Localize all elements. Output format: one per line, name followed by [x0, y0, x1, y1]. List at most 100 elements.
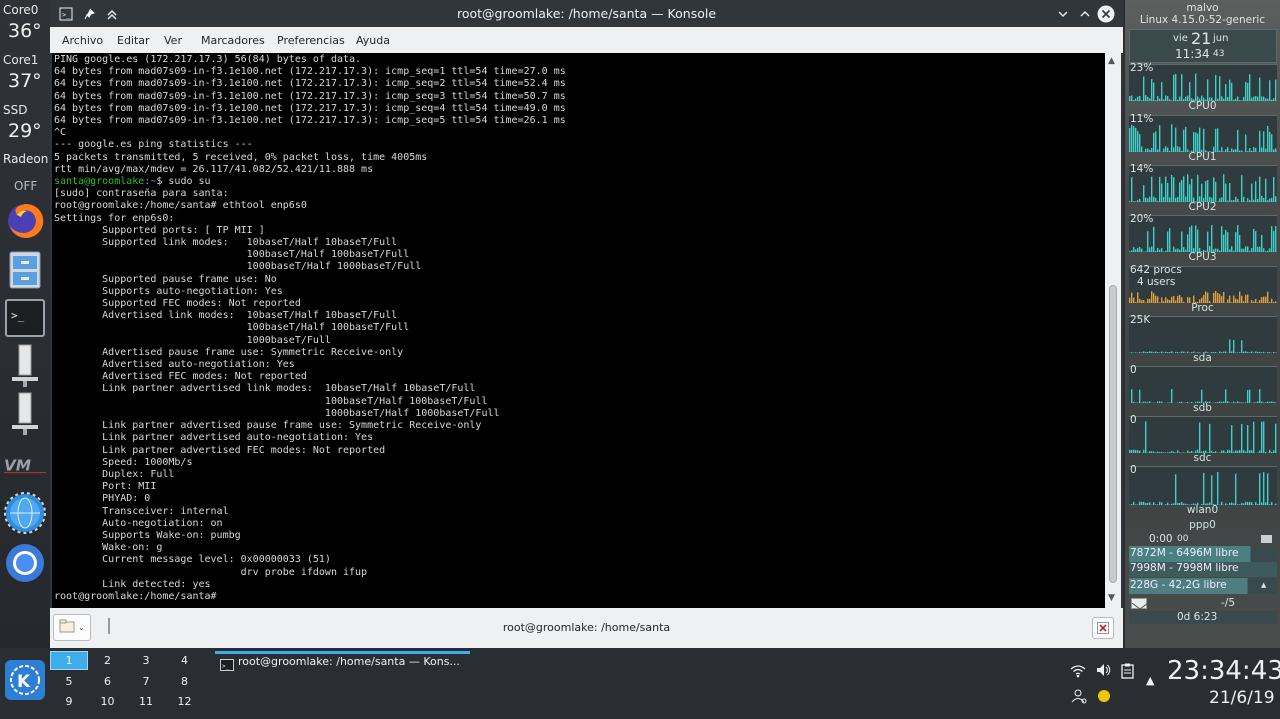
- trace-bar: [1225, 183, 1227, 202]
- trace-bar: [1129, 127, 1131, 152]
- ppp0-time: 0:00: [1149, 533, 1173, 545]
- tray-expand-icon[interactable]: ▲: [1146, 674, 1154, 687]
- vmware-icon[interactable]: VM: [4, 444, 46, 486]
- trace-bar: [1235, 473, 1237, 505]
- clock-date[interactable]: 21/6/19: [1209, 688, 1275, 708]
- terminal-icon[interactable]: >_: [4, 297, 46, 339]
- menu-ver[interactable]: Ver: [164, 34, 182, 47]
- sdb-value: 0: [1130, 364, 1137, 376]
- desktop-9[interactable]: 9: [50, 692, 88, 711]
- scroll-up-icon[interactable]: ▲: [1108, 56, 1115, 66]
- mail-icon[interactable]: [1131, 598, 1149, 610]
- trace-bar: [1195, 225, 1197, 252]
- network-icon[interactable]: [1070, 663, 1086, 682]
- terminal-line: 1000baseT/Half 1000baseT/Full: [54, 261, 422, 273]
- menu-ayuda[interactable]: Ayuda: [356, 34, 390, 47]
- night-color-icon[interactable]: [1097, 688, 1111, 707]
- terminal-line: Duplex: Full: [54, 468, 175, 480]
- trace-bar: [1135, 127, 1137, 152]
- desktop-12[interactable]: 12: [166, 692, 204, 711]
- terminal-line: 64 bytes from mad07s09-in-f3.1e100.net (…: [54, 115, 566, 127]
- close-tab-button[interactable]: [1092, 617, 1114, 639]
- scroll-down-icon[interactable]: ▼: [1108, 593, 1115, 603]
- desktop-10[interactable]: 10: [89, 692, 127, 711]
- terminal-line: 64 bytes from mad07s09-in-f3.1e100.net (…: [54, 78, 566, 90]
- terminal-output[interactable]: PING google.es (172.217.17.3) 56(84) byt…: [52, 53, 1105, 608]
- terminal-line: 64 bytes from mad07s09-in-f3.1e100.net (…: [54, 90, 566, 102]
- close-icon[interactable]: [1096, 4, 1116, 24]
- trace-bar: [1259, 77, 1261, 101]
- maximize-icon[interactable]: [1075, 4, 1095, 24]
- desktop-3[interactable]: 3: [127, 651, 165, 670]
- server-icon[interactable]: [4, 392, 46, 435]
- sensor-ssd-label: SSD: [3, 103, 28, 117]
- terminal-line: 100baseT/Half 100baseT/Full: [54, 322, 410, 334]
- ppp0-time2: 00: [1177, 534, 1189, 544]
- desktop-5[interactable]: 5: [50, 672, 88, 691]
- menu-preferencias[interactable]: Preferencias: [277, 34, 345, 47]
- trace-bar: [1183, 129, 1185, 152]
- desktop-11[interactable]: 11: [127, 692, 165, 711]
- trace-bar: [1261, 421, 1263, 453]
- scroll-thumb[interactable]: [1109, 285, 1117, 583]
- terminal-line: --- google.es ping statistics ---: [54, 139, 253, 151]
- sda-chart-trace: [1129, 339, 1277, 353]
- clock-time[interactable]: 23:34:43: [1167, 656, 1280, 686]
- desktop-4[interactable]: 4: [166, 651, 204, 670]
- trace-bar: [1249, 389, 1251, 403]
- terminal-line: Speed: 1000Mb/s: [54, 456, 193, 468]
- desktop-8[interactable]: 8: [166, 672, 204, 691]
- trace-bar: [1181, 179, 1183, 202]
- terminal-line: Supported pause frame use: No: [54, 273, 277, 285]
- trace-bar: [1251, 183, 1253, 202]
- user-switch-icon[interactable]: [1071, 688, 1087, 708]
- settings-globe-icon[interactable]: [4, 492, 46, 534]
- fs-toggle-icon[interactable]: ▴: [1261, 579, 1266, 591]
- trace-bar: [1131, 124, 1133, 152]
- desktop-6[interactable]: 6: [89, 672, 127, 691]
- trace-bar: [1171, 389, 1173, 403]
- kde-launcher-icon[interactable]: K: [5, 660, 45, 700]
- task-konsole[interactable]: >_ root@groomlake: /home/santa — Kons...: [215, 653, 470, 675]
- window-titlebar[interactable]: >_ root@groomlake: /home/santa — Konsole: [50, 0, 1123, 27]
- firefox-icon[interactable]: [4, 200, 46, 242]
- menu-archivo[interactable]: Archivo: [62, 34, 103, 47]
- trace-bar: [1275, 79, 1277, 101]
- trace-bar: [1191, 225, 1193, 252]
- ppp-button-icon[interactable]: [1261, 535, 1272, 543]
- trace-bar: [1255, 181, 1257, 202]
- sensor-ssd-value: 29°: [8, 120, 42, 142]
- desktop-2[interactable]: 2: [89, 651, 127, 670]
- clipboard-icon[interactable]: [1121, 663, 1134, 683]
- trace-bar: [1237, 129, 1239, 152]
- server-icon[interactable]: [4, 344, 46, 387]
- terminal-icon: >_: [220, 656, 234, 675]
- gk-mail: -/5: [1221, 597, 1236, 609]
- trace-bar: [1235, 232, 1237, 252]
- trace-bar: [1269, 80, 1271, 101]
- sdb-chart-trace: [1129, 389, 1277, 403]
- minimize-icon[interactable]: [1053, 4, 1073, 24]
- gk-mem: 7872M - 6496M libre: [1130, 547, 1239, 559]
- desktop-7[interactable]: 7: [127, 672, 165, 691]
- tab-title[interactable]: root@groomlake: /home/santa: [50, 621, 1123, 634]
- desktop-1[interactable]: 1: [50, 651, 88, 670]
- sensor-radeon-label: Radeon: [3, 152, 49, 166]
- trace-bar: [1225, 389, 1227, 403]
- volume-icon[interactable]: [1096, 662, 1112, 682]
- cpu2-label: CPU2: [1188, 201, 1217, 213]
- trace-bar: [1207, 79, 1209, 101]
- cpu3-pct: 20%: [1130, 213, 1154, 225]
- menu-marcadores[interactable]: Marcadores: [201, 34, 265, 47]
- trace-bar: [1173, 177, 1175, 202]
- terminal-scrollbar[interactable]: ▲ ▼: [1105, 53, 1121, 608]
- trace-bar: [1245, 134, 1247, 152]
- trace-bar: [1153, 132, 1155, 152]
- menu-editar[interactable]: Editar: [117, 34, 150, 47]
- trace-bar: [1195, 132, 1197, 152]
- trace-bar: [1261, 234, 1263, 252]
- gk-uptime: 0d 6:23: [1177, 611, 1218, 623]
- chromium-icon[interactable]: [4, 542, 46, 584]
- trace-bar: [1267, 473, 1269, 505]
- file-cabinet-icon[interactable]: [4, 249, 46, 291]
